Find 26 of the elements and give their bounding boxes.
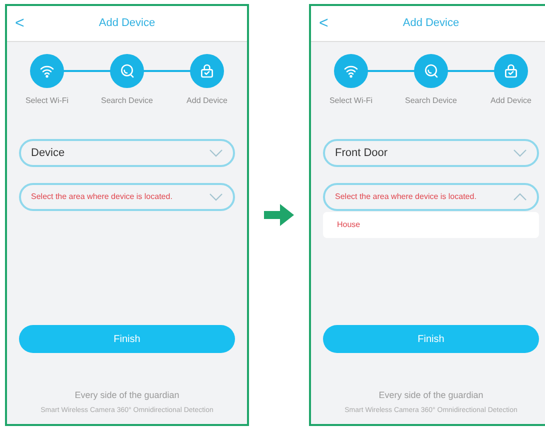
back-button[interactable]: < bbox=[15, 12, 35, 36]
back-button[interactable]: < bbox=[319, 12, 339, 36]
right-arrow-icon bbox=[264, 204, 294, 226]
header-title: Add Device bbox=[402, 16, 460, 32]
lock-check-icon bbox=[199, 63, 215, 79]
header-title: Add Device bbox=[98, 16, 156, 32]
footer-tagline: Every side of the guardian bbox=[74, 389, 180, 402]
search-icon bbox=[423, 63, 439, 79]
footer-tagline: Every side of the guardian bbox=[378, 389, 484, 402]
dropdown-field[interactable]: Device bbox=[19, 139, 235, 167]
finish-button[interactable]: Finish bbox=[323, 325, 539, 353]
step-label: Select Wi-Fi bbox=[25, 95, 69, 107]
dropdown-option[interactable]: House bbox=[323, 219, 539, 231]
step-label: Search Device bbox=[100, 95, 154, 107]
step-label: Select Wi-Fi bbox=[329, 95, 373, 107]
wifi-icon bbox=[39, 63, 55, 79]
wifi-icon bbox=[343, 63, 359, 79]
finish-button[interactable]: Finish bbox=[19, 325, 235, 353]
dropdown-field[interactable]: Front Door bbox=[323, 139, 539, 167]
step-label: Search Device bbox=[404, 95, 458, 107]
step-label: Add Device bbox=[490, 95, 532, 107]
dropdown-field[interactable]: Select the area where device is located. bbox=[19, 183, 235, 211]
dropdown-field[interactable]: Select the area where device is located. bbox=[323, 183, 539, 211]
search-icon bbox=[119, 63, 135, 79]
lock-check-icon bbox=[503, 63, 519, 79]
step-label: Add Device bbox=[186, 95, 228, 107]
